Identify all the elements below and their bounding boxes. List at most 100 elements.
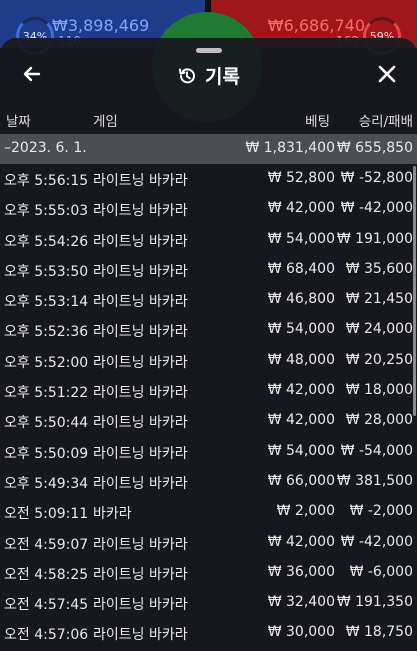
column-game: 게임 <box>93 114 118 130</box>
row-win-loss: ₩ -54,000 <box>340 442 413 459</box>
row-win-loss: ₩ -42,000 <box>340 533 413 550</box>
row-win-loss: ₩ -52,800 <box>340 170 413 186</box>
row-time: 오후 5:49:34 <box>4 475 89 492</box>
row-bet: ₩ 54,000 <box>267 442 335 459</box>
history-row[interactable]: 오후 5:50:09 라이트닝 바카라 ₩ 54,000 ₩ -54,000 <box>0 437 417 467</box>
history-row[interactable]: 오후 5:53:14 라이트닝 바카라 ₩ 46,800 ₩ 21,450 <box>0 285 417 315</box>
row-win-loss: ₩ -42,000 <box>340 200 413 217</box>
row-bet: ₩ 48,000 <box>267 351 335 368</box>
row-bet: ₩ 54,000 <box>267 230 335 247</box>
row-bet: ₩ 30,000 <box>267 624 335 641</box>
history-row[interactable]: 오전 4:57:45 라이트닝 바카라 ₩ 32,400 ₩ 191,350 <box>0 588 417 618</box>
row-bet: ₩ 2,000 <box>276 503 335 520</box>
column-date: 날짜 <box>6 114 31 130</box>
player-amount: ₩3,898,469 <box>52 16 150 35</box>
history-row[interactable]: 오전 4:59:07 라이트닝 바카라 ₩ 42,000 ₩ -42,000 <box>0 528 417 558</box>
row-time: 오전 4:57:45 <box>4 597 89 614</box>
history-icon <box>177 66 197 91</box>
row-bet: ₩ 68,400 <box>267 260 335 277</box>
row-game: 라이트닝 바카라 <box>93 385 188 402</box>
summary-bet: ₩ 1,831,400 <box>245 140 335 156</box>
row-game: 라이트닝 바카라 <box>93 233 188 250</box>
row-win-loss: ₩ 24,000 <box>345 321 413 338</box>
drag-handle[interactable] <box>196 48 222 53</box>
summary-win: ₩ 655,850 <box>336 140 413 156</box>
history-row[interactable]: 오후 5:55:03 라이트닝 바카라 ₩ 42,000 ₩ -42,000 <box>0 194 417 224</box>
history-row[interactable]: 오후 5:51:22 라이트닝 바카라 ₩ 42,000 ₩ 18,000 <box>0 376 417 406</box>
row-win-loss: ₩ 381,500 <box>336 472 413 489</box>
row-win-loss: ₩ 18,000 <box>345 382 413 399</box>
row-bet: ₩ 42,000 <box>267 382 335 399</box>
history-row[interactable]: 오후 5:54:26 라이트닝 바카라 ₩ 54,000 ₩ 191,000 <box>0 225 417 255</box>
history-row[interactable]: 오후 5:49:34 라이트닝 바카라 ₩ 66,000 ₩ 381,500 <box>0 467 417 497</box>
summary-date: –2023. 6. 1. <box>4 140 87 156</box>
row-time: 오후 5:51:22 <box>4 385 89 402</box>
row-game: 라이트닝 바카라 <box>93 294 188 311</box>
row-time: 오전 5:09:11 <box>4 506 89 523</box>
row-bet: ₩ 42,000 <box>267 200 335 217</box>
close-icon <box>378 65 396 83</box>
close-button[interactable] <box>373 60 401 88</box>
row-game: 라이트닝 바카라 <box>93 173 188 189</box>
row-bet: ₩ 32,400 <box>267 594 335 611</box>
row-bet: ₩ 52,800 <box>267 170 335 186</box>
history-row[interactable]: 오후 5:56:15 라이트닝 바카라 ₩ 52,800 ₩ -52,800 <box>0 164 417 194</box>
page-title: 기록 <box>0 62 417 91</box>
column-win-loss: 승리/패배 <box>358 114 413 130</box>
row-time: 오후 5:50:09 <box>4 445 89 462</box>
row-win-loss: ₩ 35,600 <box>345 260 413 277</box>
history-row[interactable]: 오전 5:09:11 바카라 ₩ 2,000 ₩ -2,000 <box>0 497 417 527</box>
row-game: 라이트닝 바카라 <box>93 566 188 583</box>
row-game: 라이트닝 바카라 <box>93 597 188 614</box>
row-time: 오후 5:52:36 <box>4 324 89 341</box>
row-game: 라이트닝 바카라 <box>93 627 188 644</box>
date-summary-row[interactable]: –2023. 6. 1. ₩ 1,831,400 ₩ 655,850 <box>0 134 417 164</box>
title-text: 기록 <box>205 66 240 88</box>
history-header: 기록 <box>0 56 417 92</box>
row-time: 오전 4:57:06 <box>4 627 89 644</box>
row-time: 오전 4:59:07 <box>4 536 89 553</box>
row-win-loss: ₩ 28,000 <box>345 412 413 429</box>
column-bet: 베팅 <box>305 114 330 130</box>
row-win-loss: ₩ 191,350 <box>336 594 413 611</box>
history-row[interactable]: 오후 5:52:36 라이트닝 바카라 ₩ 54,000 ₩ 24,000 <box>0 315 417 345</box>
row-time: 오후 5:52:00 <box>4 354 89 371</box>
column-headers: 날짜 게임 베팅 승리/패배 <box>0 110 417 132</box>
row-win-loss: ₩ 21,450 <box>345 291 413 308</box>
row-time: 오후 5:56:15 <box>4 173 89 189</box>
row-bet: ₩ 66,000 <box>267 472 335 489</box>
row-time: 오전 4:58:25 <box>4 566 89 583</box>
row-bet: ₩ 46,800 <box>267 291 335 308</box>
row-game: 라이트닝 바카라 <box>93 445 188 462</box>
row-game: 라이트닝 바카라 <box>93 475 188 492</box>
row-win-loss: ₩ -6,000 <box>349 563 413 580</box>
row-time: 오후 5:54:26 <box>4 233 89 250</box>
history-row[interactable]: 오전 4:58:25 라이트닝 바카라 ₩ 36,000 ₩ -6,000 <box>0 558 417 588</box>
row-bet: ₩ 36,000 <box>267 563 335 580</box>
row-win-loss: ₩ 20,250 <box>345 351 413 368</box>
row-win-loss: ₩ 191,000 <box>336 230 413 247</box>
row-game: 라이트닝 바카라 <box>93 415 188 432</box>
row-game: 라이트닝 바카라 <box>93 324 188 341</box>
history-panel: 기록 날짜 게임 베팅 승리/패배 –2023. 6. 1. ₩ 1,831,4… <box>0 38 417 651</box>
row-win-loss: ₩ 18,750 <box>345 624 413 641</box>
banker-amount: ₩6,686,740 <box>267 16 365 35</box>
row-bet: ₩ 54,000 <box>267 321 335 338</box>
history-row[interactable]: 오후 5:52:00 라이트닝 바카라 ₩ 48,000 ₩ 20,250 <box>0 346 417 376</box>
row-time: 오후 5:50:44 <box>4 415 89 432</box>
row-win-loss: ₩ -2,000 <box>349 503 413 520</box>
row-game: 라이트닝 바카라 <box>93 536 188 553</box>
history-list[interactable]: –2023. 6. 1. ₩ 1,831,400 ₩ 655,850 오후 5:… <box>0 134 417 651</box>
row-time: 오후 5:53:14 <box>4 294 89 311</box>
history-row[interactable]: 오전 4:57:06 라이트닝 바카라 ₩ 30,000 ₩ 18,750 <box>0 618 417 648</box>
row-time: 오후 5:55:03 <box>4 203 89 220</box>
history-row[interactable]: 오후 5:53:50 라이트닝 바카라 ₩ 68,400 ₩ 35,600 <box>0 255 417 285</box>
row-time: 오후 5:53:50 <box>4 263 89 280</box>
scrollbar[interactable] <box>413 166 416 416</box>
row-game: 바카라 <box>93 506 132 523</box>
row-bet: ₩ 42,000 <box>267 412 335 429</box>
row-game: 라이트닝 바카라 <box>93 203 188 220</box>
history-row[interactable]: 오후 5:50:44 라이트닝 바카라 ₩ 42,000 ₩ 28,000 <box>0 406 417 436</box>
row-game: 라이트닝 바카라 <box>93 263 188 280</box>
row-game: 라이트닝 바카라 <box>93 354 188 371</box>
